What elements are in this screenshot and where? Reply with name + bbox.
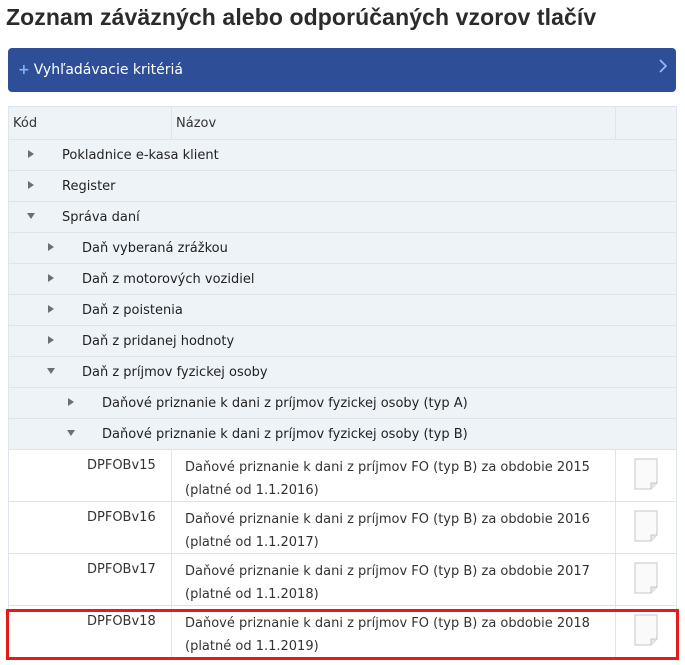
form-name: Daňové priznanie k dani z príjmov FO (ty…	[185, 564, 590, 602]
document-icon[interactable]	[633, 562, 659, 594]
form-name: Daňové priznanie k dani z príjmov FO (ty…	[185, 616, 590, 654]
page: Zoznam záväzných alebo odporúčaných vzor…	[0, 0, 685, 665]
triangle-right-icon[interactable]	[46, 304, 56, 314]
form-code: DPFOBv16	[87, 510, 156, 525]
tree-label[interactable]: Daň z príjmov fyzickej osoby	[82, 365, 268, 380]
document-icon[interactable]	[633, 458, 659, 490]
chevron-right-icon	[659, 59, 667, 73]
tree-label[interactable]: Daňové priznanie k dani z príjmov fyzick…	[102, 396, 468, 411]
forms-table: Kód Názov Pokladnice e-kasa klient Regist…	[8, 106, 677, 658]
triangle-right-icon[interactable]	[26, 180, 36, 190]
tree-label[interactable]: Daň vyberaná zrážkou	[82, 241, 228, 256]
tree-body: Pokladnice e-kasa klient Register Správa d…	[9, 140, 676, 450]
column-header-code: Kód	[13, 116, 38, 131]
form-row[interactable]: DPFOBv16 Daňové priznanie k dani z príjmo…	[9, 502, 676, 554]
triangle-right-icon[interactable]	[46, 242, 56, 252]
form-row[interactable]: DPFOBv18 Daňové priznanie k dani z príjmo…	[9, 606, 676, 658]
search-criteria-label: Vyhľadávacie kritériá	[33, 62, 183, 78]
tree-row[interactable]: Daň z poistenia	[9, 295, 676, 326]
column-header-name: Názov	[176, 116, 217, 131]
triangle-right-icon[interactable]	[66, 397, 76, 407]
form-name: Daňové priznanie k dani z príjmov FO (ty…	[185, 460, 590, 498]
form-code: DPFOBv17	[87, 562, 156, 577]
tree-label[interactable]: Daňové priznanie k dani z príjmov fyzick…	[102, 427, 468, 442]
tree-row[interactable]: Daň vyberaná zrážkou	[9, 233, 676, 264]
tree-row[interactable]: Register	[9, 171, 676, 202]
tree-row[interactable]: Daň z motorových vozidiel	[9, 264, 676, 295]
tree-label[interactable]: Daň z motorových vozidiel	[82, 272, 254, 287]
tree-row[interactable]: Daňové priznanie k dani z príjmov fyzick…	[9, 419, 676, 450]
form-row[interactable]: DPFOBv17 Daňové priznanie k dani z príjmo…	[9, 554, 676, 606]
triangle-down-icon[interactable]	[66, 428, 76, 438]
form-code: DPFOBv15	[87, 458, 156, 473]
triangle-down-icon[interactable]	[46, 366, 56, 376]
tree-row[interactable]: Daňové priznanie k dani z príjmov fyzick…	[9, 388, 676, 419]
table-header: Kód Názov	[9, 107, 676, 140]
tree-label[interactable]: Daň z pridanej hodnoty	[82, 334, 234, 349]
document-icon[interactable]	[633, 614, 659, 646]
page-title: Zoznam záväzných alebo odporúčaných vzor…	[6, 4, 597, 30]
tree-label[interactable]: Daň z poistenia	[82, 303, 183, 318]
form-code: DPFOBv18	[87, 614, 156, 629]
search-criteria-toggle[interactable]: + Vyhľadávacie kritériá	[8, 48, 676, 92]
triangle-down-icon[interactable]	[26, 211, 36, 221]
tree-row[interactable]: Daň z príjmov fyzickej osoby	[9, 357, 676, 388]
tree-row[interactable]: Pokladnice e-kasa klient	[9, 140, 676, 171]
tree-row[interactable]: Daň z pridanej hodnoty	[9, 326, 676, 357]
triangle-right-icon[interactable]	[46, 273, 56, 283]
tree-label[interactable]: Register	[62, 179, 116, 194]
data-body: DPFOBv15 Daňové priznanie k dani z príjmo…	[9, 450, 676, 658]
document-icon[interactable]	[633, 510, 659, 542]
triangle-right-icon[interactable]	[26, 149, 36, 159]
tree-row[interactable]: Správa daní	[9, 202, 676, 233]
tree-label[interactable]: Pokladnice e-kasa klient	[62, 148, 219, 163]
form-row[interactable]: DPFOBv15 Daňové priznanie k dani z príjmo…	[9, 450, 676, 502]
form-name: Daňové priznanie k dani z príjmov FO (ty…	[185, 512, 590, 550]
triangle-right-icon[interactable]	[46, 335, 56, 345]
plus-icon: +	[18, 62, 30, 78]
tree-label[interactable]: Správa daní	[62, 210, 140, 225]
